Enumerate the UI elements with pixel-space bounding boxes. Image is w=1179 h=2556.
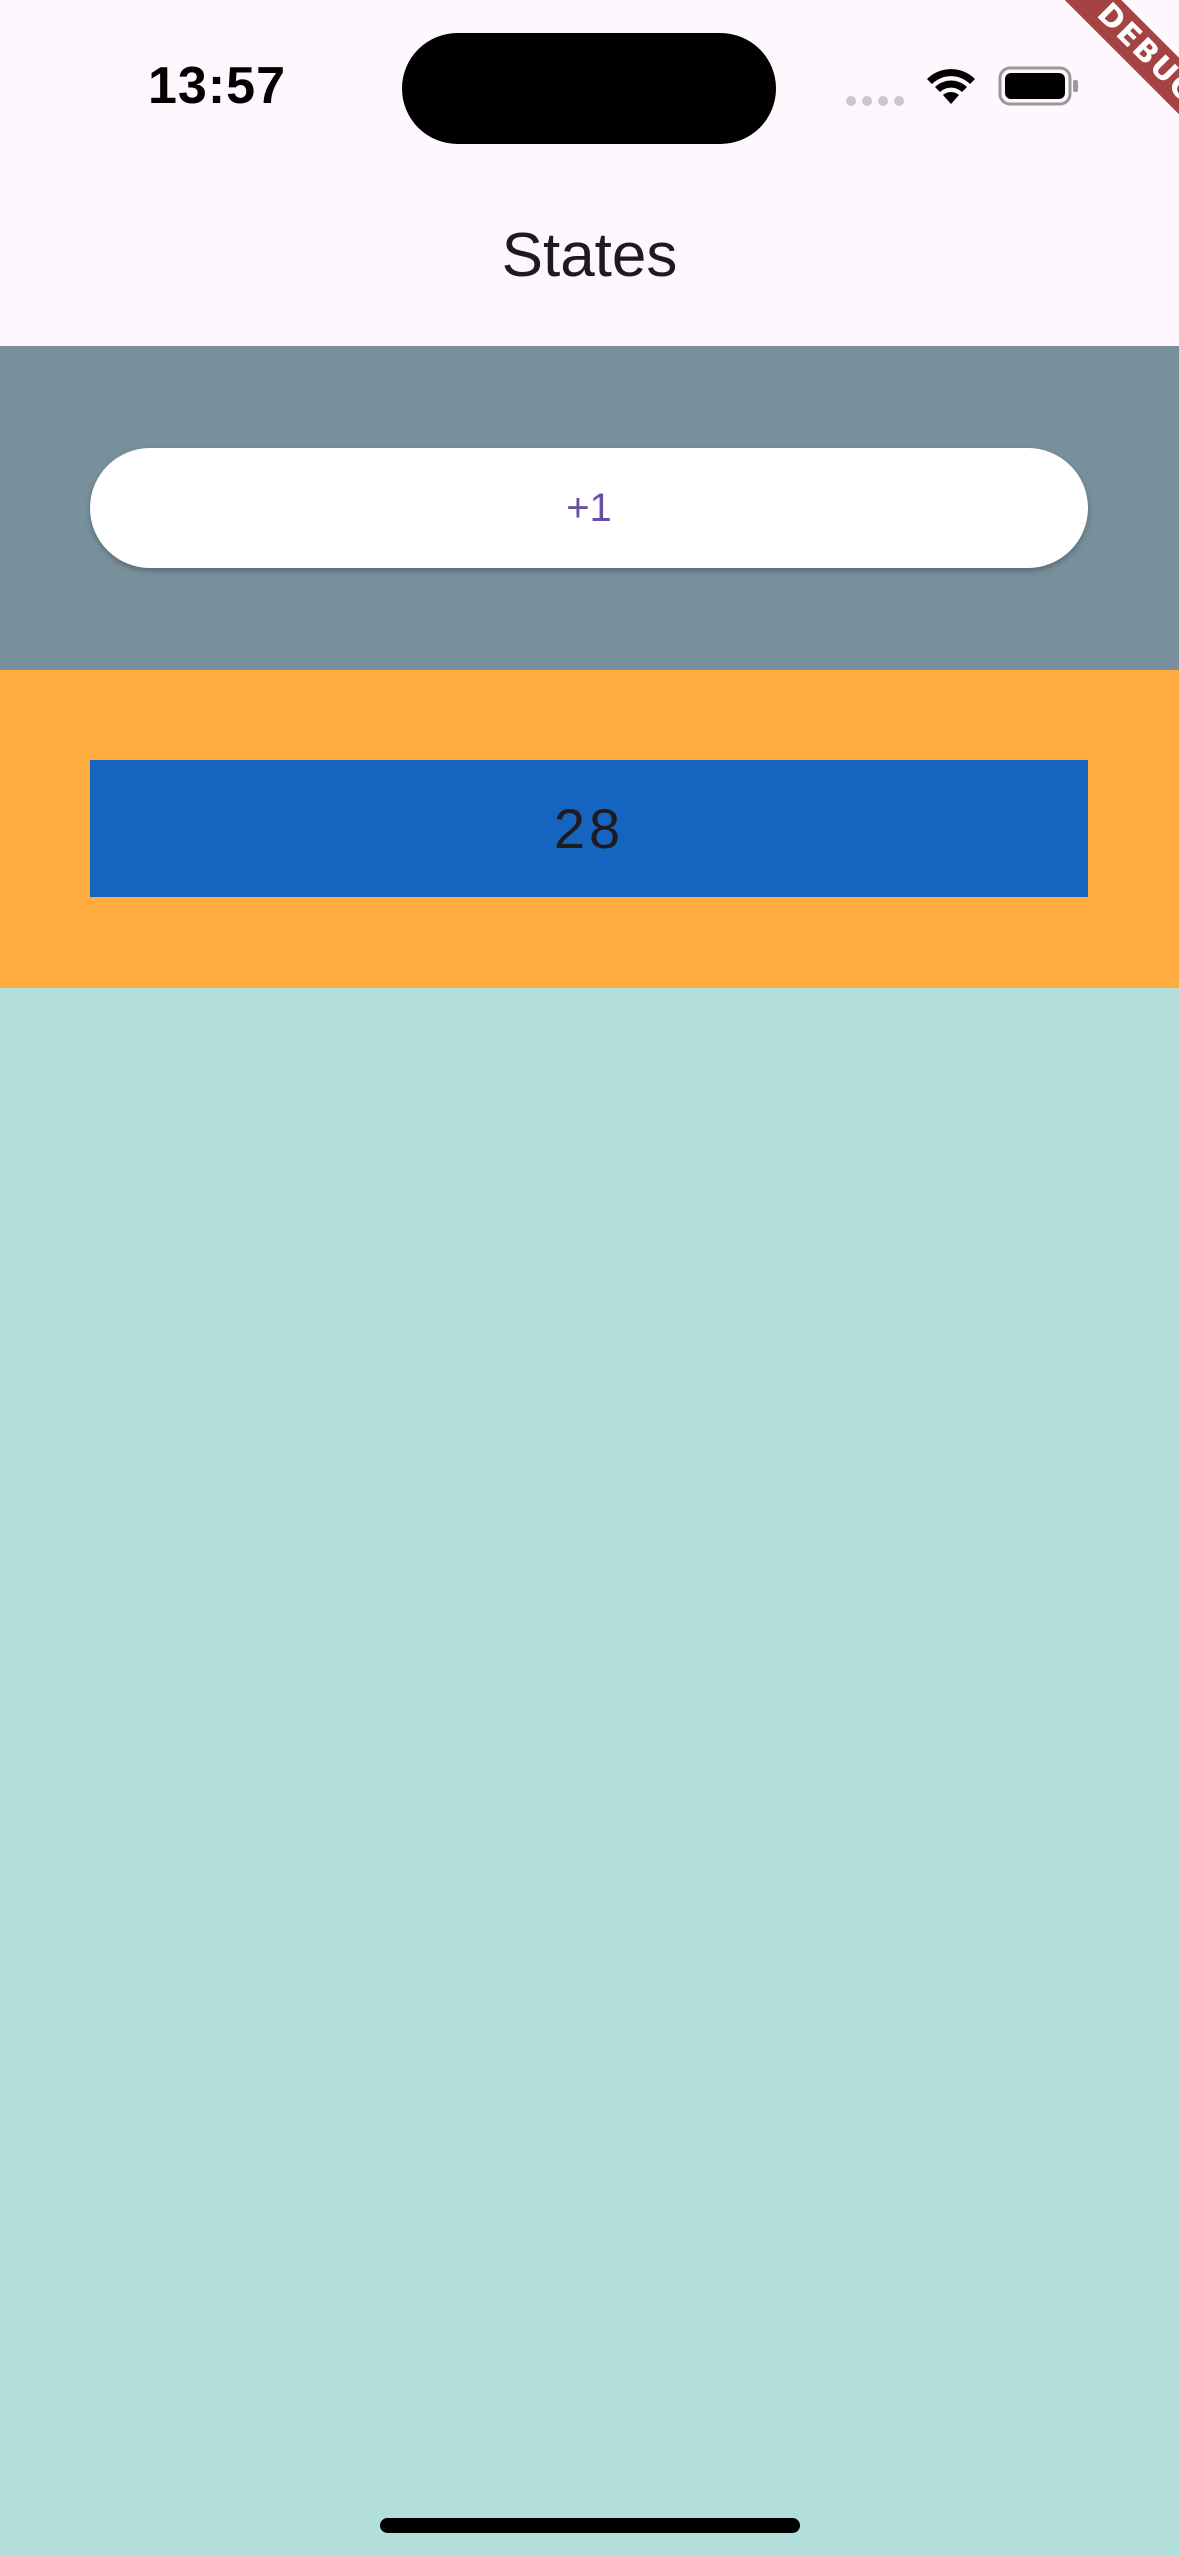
increment-button[interactable]: +1 (90, 448, 1088, 568)
counter-value: 28 (90, 760, 1088, 897)
home-indicator[interactable] (380, 2518, 800, 2533)
status-bar-time: 13:57 (148, 57, 286, 115)
battery-icon (998, 66, 1078, 106)
button-section: +1 (0, 346, 1179, 670)
content-area (0, 988, 1179, 2556)
dynamic-island (402, 33, 776, 144)
page-title: States (501, 221, 678, 290)
wifi-icon (927, 69, 975, 104)
cellular-signal-icon (846, 96, 904, 106)
top-area: 13:57 DEBUG States (0, 0, 1179, 346)
counter-section: 28 (0, 670, 1179, 988)
